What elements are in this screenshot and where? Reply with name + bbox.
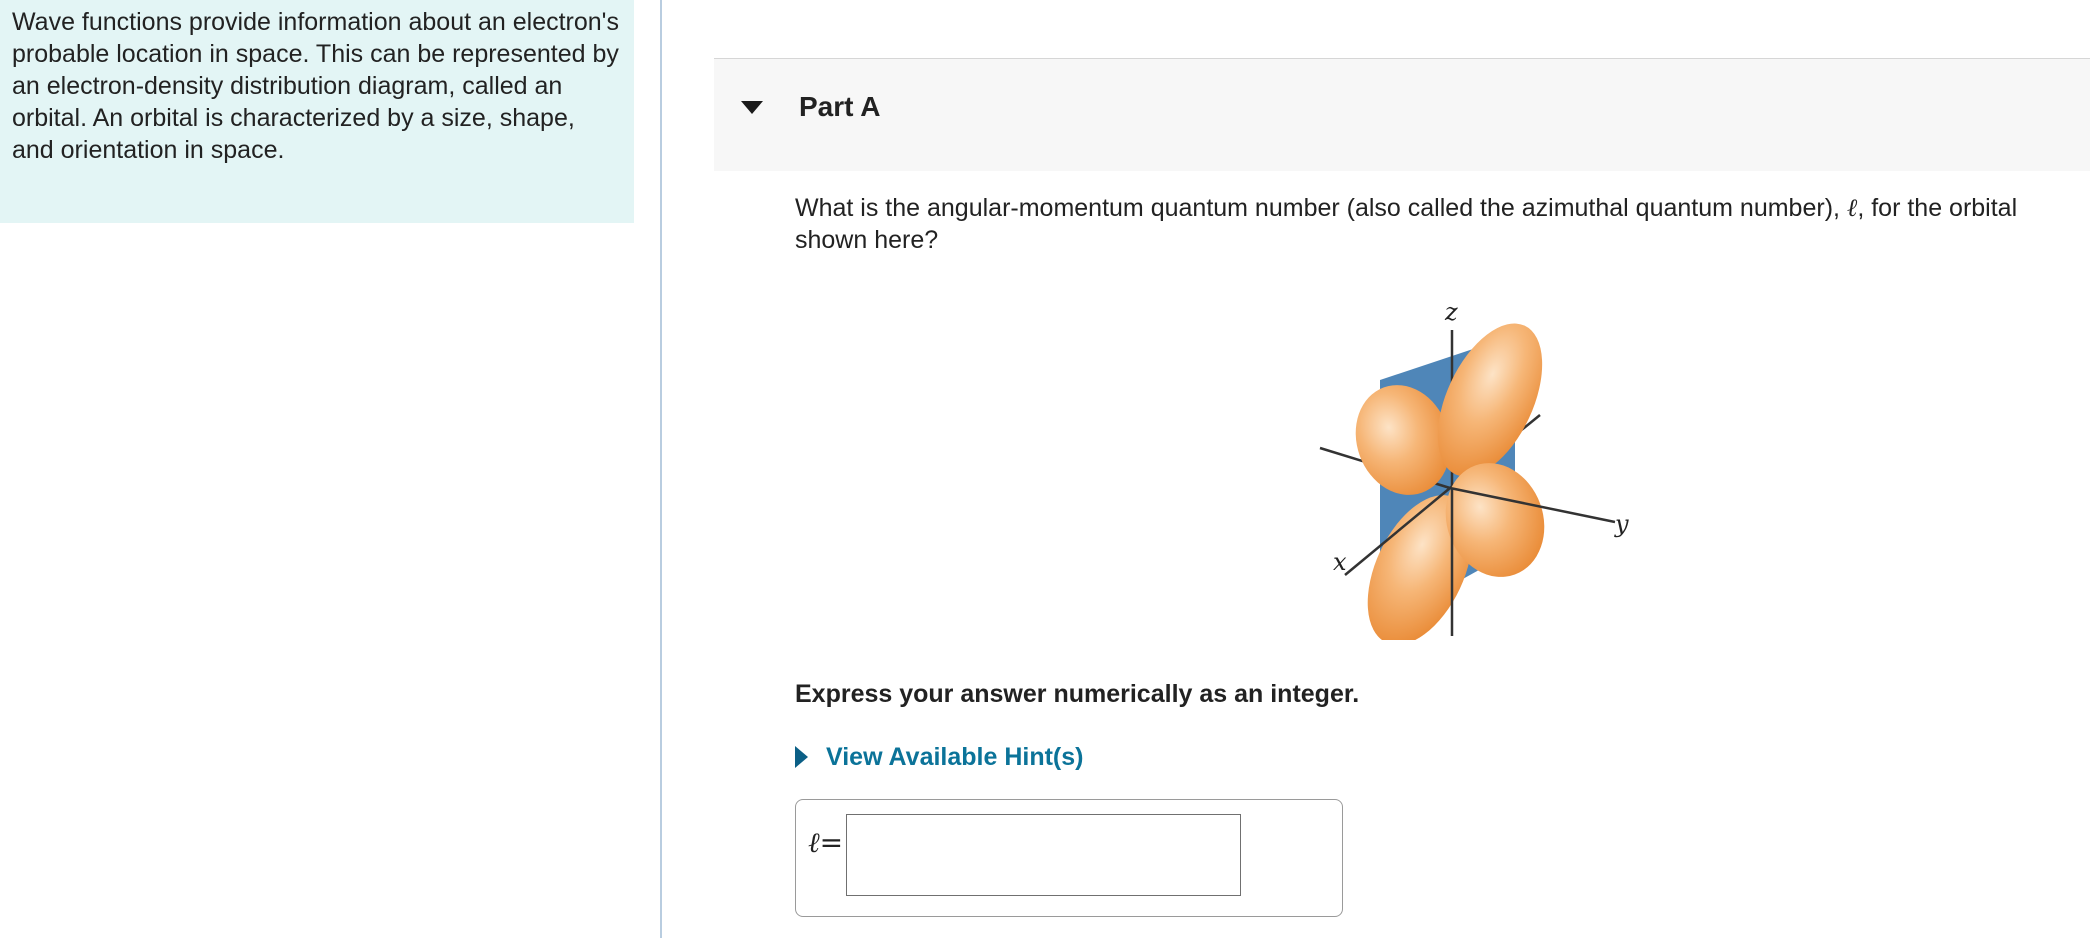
question-text-before: What is the angular-momentum quantum num… xyxy=(795,194,1847,222)
chevron-down-icon[interactable] xyxy=(741,101,763,114)
column-divider xyxy=(660,0,662,938)
view-hints-link[interactable]: View Available Hint(s) xyxy=(826,743,1083,772)
answer-container: ℓ= xyxy=(795,799,1343,917)
chevron-right-icon[interactable] xyxy=(795,746,808,768)
view-hints-toggle[interactable]: View Available Hint(s) xyxy=(795,740,1083,774)
ell-symbol: ℓ xyxy=(1846,193,1858,222)
orbital-figure: z y x xyxy=(1290,290,1650,645)
intro-panel: Wave functions provide information about… xyxy=(0,0,634,223)
question-text: What is the angular-momentum quantum num… xyxy=(795,192,2085,256)
axis-label-y: y xyxy=(1614,510,1629,538)
answer-label: ℓ= xyxy=(808,826,844,859)
intro-text: Wave functions provide information about… xyxy=(12,8,619,164)
axis-label-x: x xyxy=(1333,548,1347,576)
orbital-diagram: z y x xyxy=(1319,298,1629,645)
part-a-header[interactable]: Part A xyxy=(714,58,2090,171)
part-title: Part A xyxy=(799,91,881,122)
axis-label-z: z xyxy=(1444,298,1458,326)
page: Wave functions provide information about… xyxy=(0,0,2090,938)
answer-instruction: Express your answer numerically as an in… xyxy=(795,680,1360,708)
answer-input[interactable] xyxy=(846,814,1241,896)
